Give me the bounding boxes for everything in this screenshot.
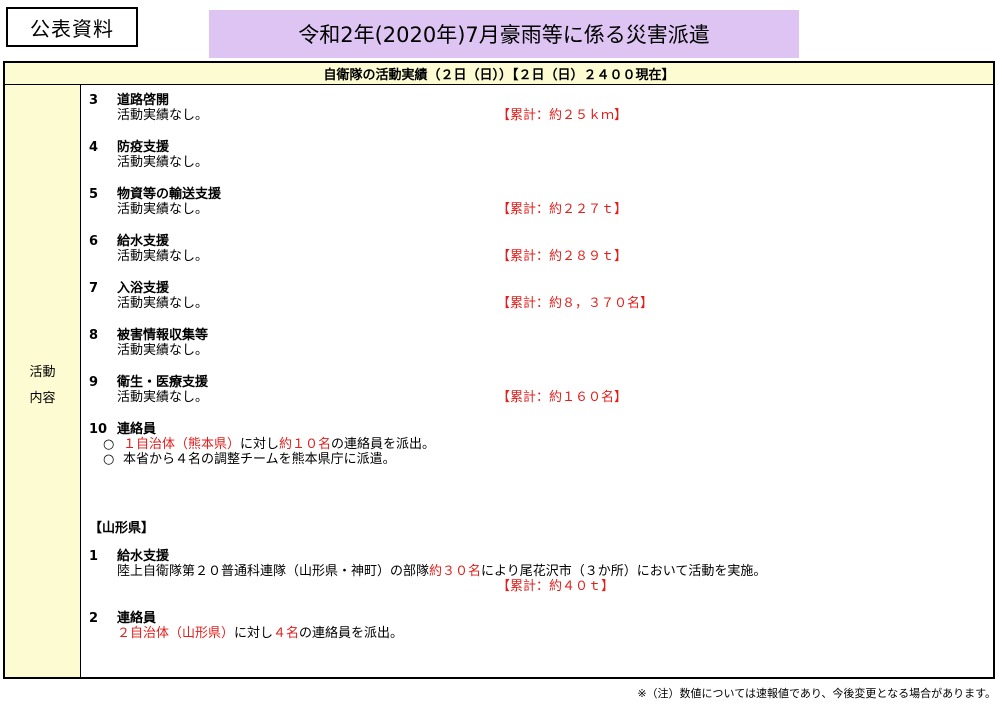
list-item: 9 衛生・医療支援 活動実績なし。 【累計：約１６０名】 bbox=[89, 375, 979, 405]
item-number: 8 bbox=[89, 328, 99, 343]
item-title: 給水支援 bbox=[117, 549, 170, 564]
item-title: 連絡員 bbox=[117, 422, 157, 437]
page-title: 令和2年(2020年)7月豪雨等に係る災害派遣 bbox=[209, 10, 799, 58]
item-number: 9 bbox=[89, 375, 99, 390]
item-number: 3 bbox=[89, 93, 99, 108]
activity-table: 自衛隊の活動実績（２日（日））【２日（日）２４００現在】 活動 内容 3 道路啓開… bbox=[3, 61, 995, 679]
bullet-line: ○ 本省から４名の調整チームを熊本県庁に派遣。 bbox=[89, 452, 979, 467]
text: に対し bbox=[234, 626, 274, 641]
bullet-line: ○ １自治体（熊本県）に対し約１０名の連絡員を派出。 bbox=[89, 437, 979, 452]
item-body: 陸上自衛隊第２０普通科連隊（山形県・神町）の部隊約３０名により尾花沢市（３か所）… bbox=[89, 564, 979, 579]
label-content: 内容 bbox=[29, 391, 56, 406]
item-body: 活動実績なし。 bbox=[117, 155, 209, 170]
item-title: 入浴支援 bbox=[117, 281, 170, 296]
list-item: 8 被害情報収集等 活動実績なし。 bbox=[89, 328, 979, 358]
item-total: 【累計：約１６０名】 bbox=[497, 390, 628, 405]
item-total: 【累計：約４０ｔ】 bbox=[497, 579, 615, 594]
list-item: 7 入浴支援 活動実績なし。 【累計：約８，３７０名】 bbox=[89, 281, 979, 311]
item-total: 【累計：約８，３７０名】 bbox=[497, 296, 654, 311]
list-item-liaison: 10 連絡員 ○ １自治体（熊本県）に対し約１０名の連絡員を派出。 ○ 本省から４名の… bbox=[89, 422, 979, 467]
list-item: 5 物資等の輸送支援 活動実績なし。 【累計：約２２７ｔ】 bbox=[89, 187, 979, 217]
text: 陸上自衛隊第２０普通科連隊（山形県・神町）の部隊 bbox=[117, 564, 430, 579]
item-body: 活動実績なし。 bbox=[117, 343, 209, 358]
item-number: 2 bbox=[89, 611, 99, 626]
list-item: 1 給水支援 陸上自衛隊第２０普通科連隊（山形県・神町）の部隊約３０名により尾花沢… bbox=[89, 549, 979, 594]
circle-bullet-icon: ○ bbox=[103, 452, 115, 467]
item-number: 5 bbox=[89, 187, 99, 202]
text: により尾花沢市（３か所）において活動を実施。 bbox=[481, 564, 767, 579]
item-total: 【累計：約２２７ｔ】 bbox=[497, 202, 628, 217]
text: の連絡員を派出。 bbox=[299, 626, 404, 641]
item-number: 6 bbox=[89, 234, 99, 249]
item-total: 【累計：約２５ｋｍ】 bbox=[497, 108, 628, 123]
red-text: 約３０名 bbox=[429, 564, 482, 579]
item-body: ２自治体（山形県）に対し４名の連絡員を派出。 bbox=[89, 626, 979, 641]
item-number: 10 bbox=[89, 422, 108, 437]
list-item: 6 給水支援 活動実績なし。 【累計：約２８９ｔ】 bbox=[89, 234, 979, 264]
footnote: ※（注）数値については速報値であり、今後変更となる場合があります。 bbox=[637, 687, 996, 700]
table-header: 自衛隊の活動実績（２日（日））【２日（日）２４００現在】 bbox=[5, 63, 993, 85]
list-item: 3 道路啓開 活動実績なし。 【累計：約２５ｋｍ】 bbox=[89, 93, 979, 123]
item-number: 7 bbox=[89, 281, 99, 296]
text: に対し bbox=[240, 437, 280, 452]
list-item: 2 連絡員 ２自治体（山形県）に対し４名の連絡員を派出。 bbox=[89, 611, 979, 641]
item-title: 道路啓開 bbox=[117, 93, 170, 108]
circle-bullet-icon: ○ bbox=[103, 437, 115, 452]
item-body: 活動実績なし。 bbox=[117, 249, 209, 264]
item-title: 連絡員 bbox=[117, 611, 157, 626]
item-body: 活動実績なし。 bbox=[117, 390, 209, 405]
label-activity: 活動 bbox=[29, 365, 56, 380]
red-text: 約１０名 bbox=[279, 437, 332, 452]
item-body: 活動実績なし。 bbox=[117, 202, 209, 217]
red-text: １自治体（熊本県） bbox=[123, 437, 241, 452]
activity-label-column: 活動 内容 bbox=[5, 85, 81, 677]
item-number: 4 bbox=[89, 140, 99, 155]
activity-content: 3 道路啓開 活動実績なし。 【累計：約２５ｋｍ】 4 防疫支援 活動実績なし。 5 物… bbox=[81, 85, 993, 677]
item-number: 1 bbox=[89, 549, 99, 564]
item-title: 衛生・医療支援 bbox=[117, 375, 209, 390]
item-title: 被害情報収集等 bbox=[117, 328, 209, 343]
red-text: ４名 bbox=[273, 626, 300, 641]
list-item: 4 防疫支援 活動実績なし。 bbox=[89, 140, 979, 170]
text: 本省から４名の調整チームを熊本県庁に派遣。 bbox=[123, 452, 396, 467]
item-body: 活動実績なし。 bbox=[117, 108, 209, 123]
item-total: 【累計：約２８９ｔ】 bbox=[497, 249, 628, 264]
text: の連絡員を派出。 bbox=[331, 437, 436, 452]
item-title: 防疫支援 bbox=[117, 140, 170, 155]
public-document-badge: 公表資料 bbox=[6, 7, 138, 47]
item-body: 活動実績なし。 bbox=[117, 296, 209, 311]
section-heading-yamagata: 【山形県】 bbox=[89, 521, 155, 536]
item-title: 給水支援 bbox=[117, 234, 170, 249]
red-text: ２自治体（山形県） bbox=[117, 626, 235, 641]
item-title: 物資等の輸送支援 bbox=[117, 187, 222, 202]
